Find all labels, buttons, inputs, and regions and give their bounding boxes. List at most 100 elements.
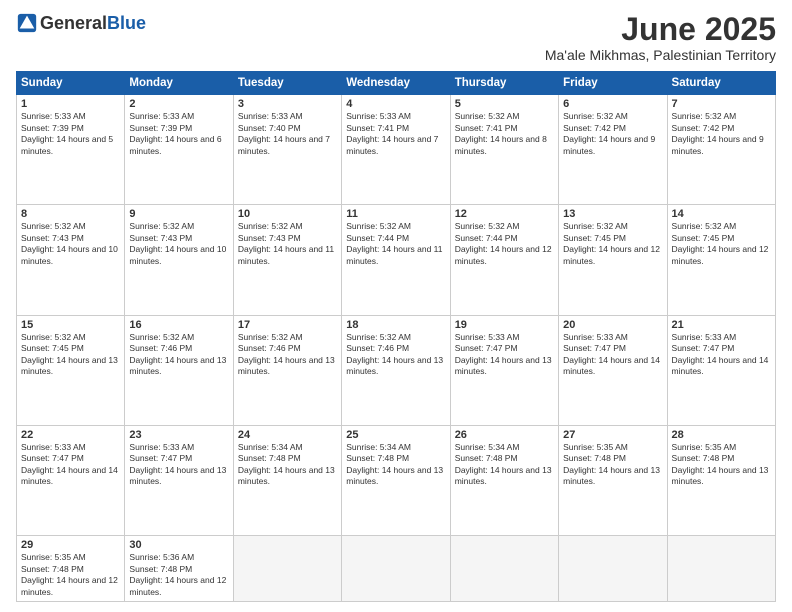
day-info: Sunrise: 5:34 AMSunset: 7:48 PMDaylight:…: [238, 442, 337, 488]
day-number: 5: [455, 98, 554, 110]
table-row: [342, 536, 450, 602]
month-title: June 2025: [545, 12, 776, 47]
table-row: 2Sunrise: 5:33 AMSunset: 7:39 PMDaylight…: [125, 95, 233, 205]
day-number: 26: [455, 429, 554, 441]
day-info: Sunrise: 5:32 AMSunset: 7:43 PMDaylight:…: [21, 221, 120, 267]
logo-blue: Blue: [107, 13, 146, 34]
day-number: 11: [346, 208, 445, 220]
logo: GeneralBlue: [16, 12, 146, 34]
table-row: 3Sunrise: 5:33 AMSunset: 7:40 PMDaylight…: [233, 95, 341, 205]
day-number: 6: [563, 98, 662, 110]
day-number: 27: [563, 429, 662, 441]
table-row: 27Sunrise: 5:35 AMSunset: 7:48 PMDayligh…: [559, 425, 667, 535]
day-info: Sunrise: 5:34 AMSunset: 7:48 PMDaylight:…: [346, 442, 445, 488]
header-right: June 2025 Ma'ale Mikhmas, Palestinian Te…: [545, 12, 776, 63]
day-number: 22: [21, 429, 120, 441]
header: GeneralBlue June 2025 Ma'ale Mikhmas, Pa…: [16, 12, 776, 63]
table-row: 21Sunrise: 5:33 AMSunset: 7:47 PMDayligh…: [667, 315, 775, 425]
table-row: [667, 536, 775, 602]
day-info: Sunrise: 5:32 AMSunset: 7:44 PMDaylight:…: [346, 221, 445, 267]
table-row: 8Sunrise: 5:32 AMSunset: 7:43 PMDaylight…: [17, 205, 125, 315]
day-number: 10: [238, 208, 337, 220]
day-number: 4: [346, 98, 445, 110]
day-number: 23: [129, 429, 228, 441]
col-friday: Friday: [559, 72, 667, 95]
day-info: Sunrise: 5:33 AMSunset: 7:41 PMDaylight:…: [346, 111, 445, 157]
table-row: 26Sunrise: 5:34 AMSunset: 7:48 PMDayligh…: [450, 425, 558, 535]
day-number: 12: [455, 208, 554, 220]
day-info: Sunrise: 5:32 AMSunset: 7:42 PMDaylight:…: [672, 111, 771, 157]
col-thursday: Thursday: [450, 72, 558, 95]
day-info: Sunrise: 5:32 AMSunset: 7:44 PMDaylight:…: [455, 221, 554, 267]
table-row: 7Sunrise: 5:32 AMSunset: 7:42 PMDaylight…: [667, 95, 775, 205]
col-sunday: Sunday: [17, 72, 125, 95]
day-info: Sunrise: 5:35 AMSunset: 7:48 PMDaylight:…: [563, 442, 662, 488]
day-info: Sunrise: 5:32 AMSunset: 7:46 PMDaylight:…: [238, 332, 337, 378]
table-row: 12Sunrise: 5:32 AMSunset: 7:44 PMDayligh…: [450, 205, 558, 315]
day-info: Sunrise: 5:32 AMSunset: 7:45 PMDaylight:…: [563, 221, 662, 267]
table-row: 28Sunrise: 5:35 AMSunset: 7:48 PMDayligh…: [667, 425, 775, 535]
col-tuesday: Tuesday: [233, 72, 341, 95]
day-info: Sunrise: 5:32 AMSunset: 7:46 PMDaylight:…: [346, 332, 445, 378]
day-info: Sunrise: 5:33 AMSunset: 7:47 PMDaylight:…: [563, 332, 662, 378]
table-row: 19Sunrise: 5:33 AMSunset: 7:47 PMDayligh…: [450, 315, 558, 425]
calendar-table: Sunday Monday Tuesday Wednesday Thursday…: [16, 71, 776, 602]
day-number: 16: [129, 319, 228, 331]
day-info: Sunrise: 5:33 AMSunset: 7:47 PMDaylight:…: [672, 332, 771, 378]
day-number: 19: [455, 319, 554, 331]
day-number: 29: [21, 539, 120, 551]
header-row: Sunday Monday Tuesday Wednesday Thursday…: [17, 72, 776, 95]
table-row: 22Sunrise: 5:33 AMSunset: 7:47 PMDayligh…: [17, 425, 125, 535]
day-info: Sunrise: 5:32 AMSunset: 7:43 PMDaylight:…: [129, 221, 228, 267]
day-info: Sunrise: 5:33 AMSunset: 7:47 PMDaylight:…: [129, 442, 228, 488]
table-row: 24Sunrise: 5:34 AMSunset: 7:48 PMDayligh…: [233, 425, 341, 535]
day-info: Sunrise: 5:33 AMSunset: 7:47 PMDaylight:…: [455, 332, 554, 378]
day-number: 24: [238, 429, 337, 441]
table-row: 16Sunrise: 5:32 AMSunset: 7:46 PMDayligh…: [125, 315, 233, 425]
day-number: 8: [21, 208, 120, 220]
day-number: 3: [238, 98, 337, 110]
table-row: 29Sunrise: 5:35 AMSunset: 7:48 PMDayligh…: [17, 536, 125, 602]
day-number: 25: [346, 429, 445, 441]
table-row: 6Sunrise: 5:32 AMSunset: 7:42 PMDaylight…: [559, 95, 667, 205]
day-number: 21: [672, 319, 771, 331]
day-info: Sunrise: 5:33 AMSunset: 7:39 PMDaylight:…: [129, 111, 228, 157]
day-info: Sunrise: 5:33 AMSunset: 7:47 PMDaylight:…: [21, 442, 120, 488]
table-row: 18Sunrise: 5:32 AMSunset: 7:46 PMDayligh…: [342, 315, 450, 425]
table-row: [450, 536, 558, 602]
day-info: Sunrise: 5:32 AMSunset: 7:46 PMDaylight:…: [129, 332, 228, 378]
table-row: 15Sunrise: 5:32 AMSunset: 7:45 PMDayligh…: [17, 315, 125, 425]
logo-general: General: [40, 13, 107, 34]
day-number: 30: [129, 539, 228, 551]
day-info: Sunrise: 5:35 AMSunset: 7:48 PMDaylight:…: [21, 552, 120, 598]
page: GeneralBlue June 2025 Ma'ale Mikhmas, Pa…: [0, 0, 792, 612]
table-row: 9Sunrise: 5:32 AMSunset: 7:43 PMDaylight…: [125, 205, 233, 315]
day-info: Sunrise: 5:36 AMSunset: 7:48 PMDaylight:…: [129, 552, 228, 598]
day-number: 14: [672, 208, 771, 220]
day-info: Sunrise: 5:32 AMSunset: 7:42 PMDaylight:…: [563, 111, 662, 157]
table-row: [559, 536, 667, 602]
day-info: Sunrise: 5:33 AMSunset: 7:39 PMDaylight:…: [21, 111, 120, 157]
table-row: 13Sunrise: 5:32 AMSunset: 7:45 PMDayligh…: [559, 205, 667, 315]
day-number: 9: [129, 208, 228, 220]
table-row: 25Sunrise: 5:34 AMSunset: 7:48 PMDayligh…: [342, 425, 450, 535]
day-number: 2: [129, 98, 228, 110]
day-info: Sunrise: 5:32 AMSunset: 7:45 PMDaylight:…: [21, 332, 120, 378]
day-info: Sunrise: 5:32 AMSunset: 7:45 PMDaylight:…: [672, 221, 771, 267]
table-row: 23Sunrise: 5:33 AMSunset: 7:47 PMDayligh…: [125, 425, 233, 535]
day-number: 1: [21, 98, 120, 110]
table-row: 11Sunrise: 5:32 AMSunset: 7:44 PMDayligh…: [342, 205, 450, 315]
table-row: [233, 536, 341, 602]
day-number: 20: [563, 319, 662, 331]
table-row: 10Sunrise: 5:32 AMSunset: 7:43 PMDayligh…: [233, 205, 341, 315]
day-number: 17: [238, 319, 337, 331]
col-monday: Monday: [125, 72, 233, 95]
day-number: 28: [672, 429, 771, 441]
col-wednesday: Wednesday: [342, 72, 450, 95]
logo-icon: [16, 12, 38, 34]
table-row: 1Sunrise: 5:33 AMSunset: 7:39 PMDaylight…: [17, 95, 125, 205]
day-info: Sunrise: 5:32 AMSunset: 7:41 PMDaylight:…: [455, 111, 554, 157]
table-row: 17Sunrise: 5:32 AMSunset: 7:46 PMDayligh…: [233, 315, 341, 425]
col-saturday: Saturday: [667, 72, 775, 95]
table-row: 20Sunrise: 5:33 AMSunset: 7:47 PMDayligh…: [559, 315, 667, 425]
